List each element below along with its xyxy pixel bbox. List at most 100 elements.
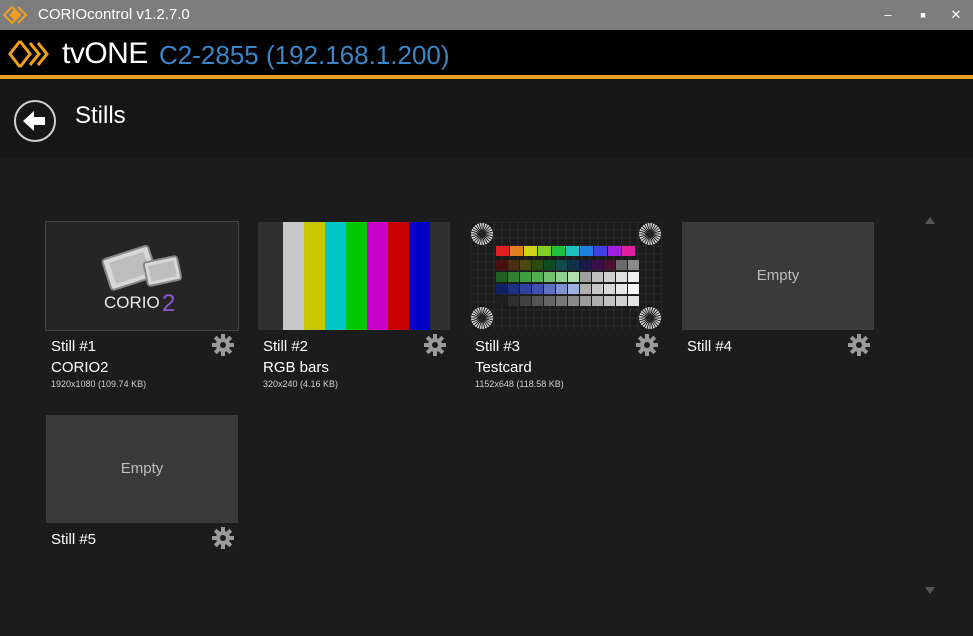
color-patch: [592, 284, 603, 294]
color-patch: [510, 246, 523, 256]
still-thumbnail[interactable]: [470, 222, 662, 330]
color-patch: [496, 272, 507, 282]
color-bar: [409, 222, 430, 330]
scroll-down-icon[interactable]: [924, 585, 936, 595]
color-patch: [520, 272, 531, 282]
color-bar: [346, 222, 367, 330]
gear-icon[interactable]: [636, 334, 658, 356]
page-header: Stills: [0, 79, 973, 158]
color-patch: [628, 284, 639, 294]
still-info: 320x240 (4.16 KB): [263, 379, 339, 389]
back-arrow-icon: [23, 111, 45, 131]
gray-step: [604, 296, 615, 306]
color-patch: [592, 260, 603, 270]
color-patch: [544, 272, 555, 282]
corio2-logo-icon: CORIO 2: [101, 245, 183, 317]
color-patch: [556, 272, 567, 282]
gray-step: [580, 296, 591, 306]
color-bar: [304, 222, 325, 330]
gear-icon[interactable]: [848, 334, 870, 356]
color-patch: [622, 246, 635, 256]
page-title: Stills: [75, 102, 126, 129]
minimize-button[interactable]: –: [878, 5, 898, 25]
color-patch: [568, 260, 579, 270]
color-patch: [556, 260, 567, 270]
color-patch: [544, 260, 555, 270]
color-bar: [388, 222, 409, 330]
brand-bar: tvONE C2-2855 (192.168.1.200): [0, 30, 973, 75]
still-info: 1152x648 (118.58 KB): [475, 379, 564, 389]
still-name: Still #2: [263, 338, 309, 355]
color-patch: [580, 284, 591, 294]
color-patch: [520, 260, 531, 270]
color-patch: [594, 246, 607, 256]
still-name: Still #5: [51, 531, 97, 548]
color-patch: [496, 284, 507, 294]
color-patch: [616, 272, 627, 282]
color-patch: [520, 284, 531, 294]
rgb-bars-image: [258, 222, 450, 330]
wheel-center: [647, 315, 653, 321]
gray-step: [568, 296, 579, 306]
testcard-image: [470, 222, 662, 330]
still-name: Still #1: [51, 338, 97, 355]
gray-step: [520, 296, 531, 306]
still-thumbnail[interactable]: Empty: [682, 222, 874, 330]
color-patch: [604, 272, 615, 282]
title-bar: CORIOcontrol v1.2.7.0 – ■ ✕: [0, 0, 973, 30]
color-patch: [556, 284, 567, 294]
still-source: RGB bars: [263, 359, 329, 376]
brand-name: tvONE: [62, 37, 148, 70]
gray-step: [544, 296, 555, 306]
corio-logo-text: CORIO: [104, 293, 160, 312]
maximize-button[interactable]: ■: [913, 5, 933, 25]
wheel-center: [479, 231, 485, 237]
corio-logo-number: 2: [162, 290, 175, 317]
close-button[interactable]: ✕: [946, 5, 966, 25]
window-title: CORIOcontrol v1.2.7.0: [38, 6, 190, 23]
color-patch: [496, 260, 507, 270]
still-name: Still #4: [687, 338, 733, 355]
color-patch: [496, 246, 509, 256]
back-button[interactable]: [14, 100, 56, 142]
color-patch: [508, 260, 519, 270]
color-patch: [580, 246, 593, 256]
color-patch: [616, 284, 627, 294]
color-patch: [604, 284, 615, 294]
color-patch: [508, 272, 519, 282]
color-patch: [628, 272, 639, 282]
scroll-up-icon[interactable]: [924, 216, 936, 226]
color-patch: [508, 284, 519, 294]
gray-step: [508, 296, 519, 306]
color-patch: [568, 272, 579, 282]
gear-icon[interactable]: [424, 334, 446, 356]
gray-step: [532, 296, 543, 306]
still-thumbnail[interactable]: [258, 222, 450, 330]
color-patch: [538, 246, 551, 256]
wheel-center: [479, 315, 485, 321]
still-thumbnail[interactable]: CORIO 2: [45, 221, 239, 331]
color-patch: [544, 284, 555, 294]
empty-placeholder: Empty: [120, 460, 164, 477]
gray-step: [628, 296, 639, 306]
color-patch: [532, 272, 543, 282]
tvone-logo-icon: [8, 40, 49, 68]
gray-step: [592, 296, 603, 306]
gear-icon[interactable]: [212, 527, 234, 549]
still-thumbnail[interactable]: Empty: [46, 415, 238, 523]
color-patch: [580, 272, 591, 282]
empty-placeholder: Empty: [756, 267, 800, 284]
color-patch: [532, 284, 543, 294]
app-icon: [3, 6, 28, 24]
still-name: Still #3: [475, 338, 521, 355]
color-patch: [608, 246, 621, 256]
gear-icon[interactable]: [212, 334, 234, 356]
color-patch: [616, 260, 627, 270]
still-source: Testcard: [475, 359, 532, 376]
stills-grid: CORIO 2 Still #1 CORIO2 1920x1080 (109.7…: [0, 158, 973, 636]
color-patch: [604, 260, 615, 270]
gray-step: [616, 296, 627, 306]
color-patch: [580, 260, 591, 270]
color-patch: [552, 246, 565, 256]
color-bar: [283, 222, 304, 330]
